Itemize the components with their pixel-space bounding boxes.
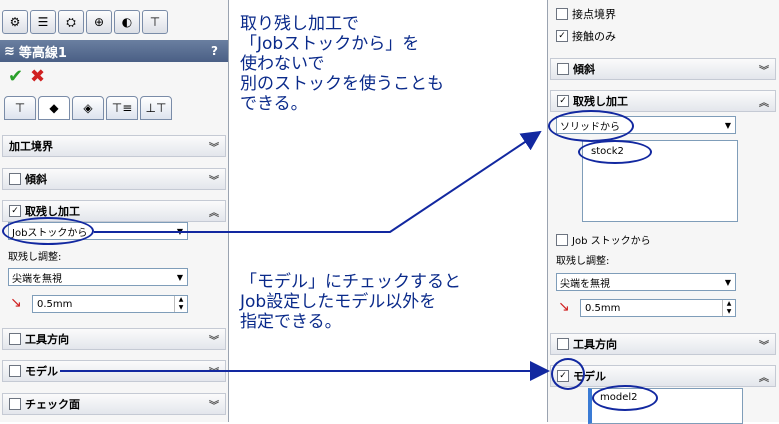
annotation-arrows [60,130,550,381]
arrow-line [94,130,542,233]
